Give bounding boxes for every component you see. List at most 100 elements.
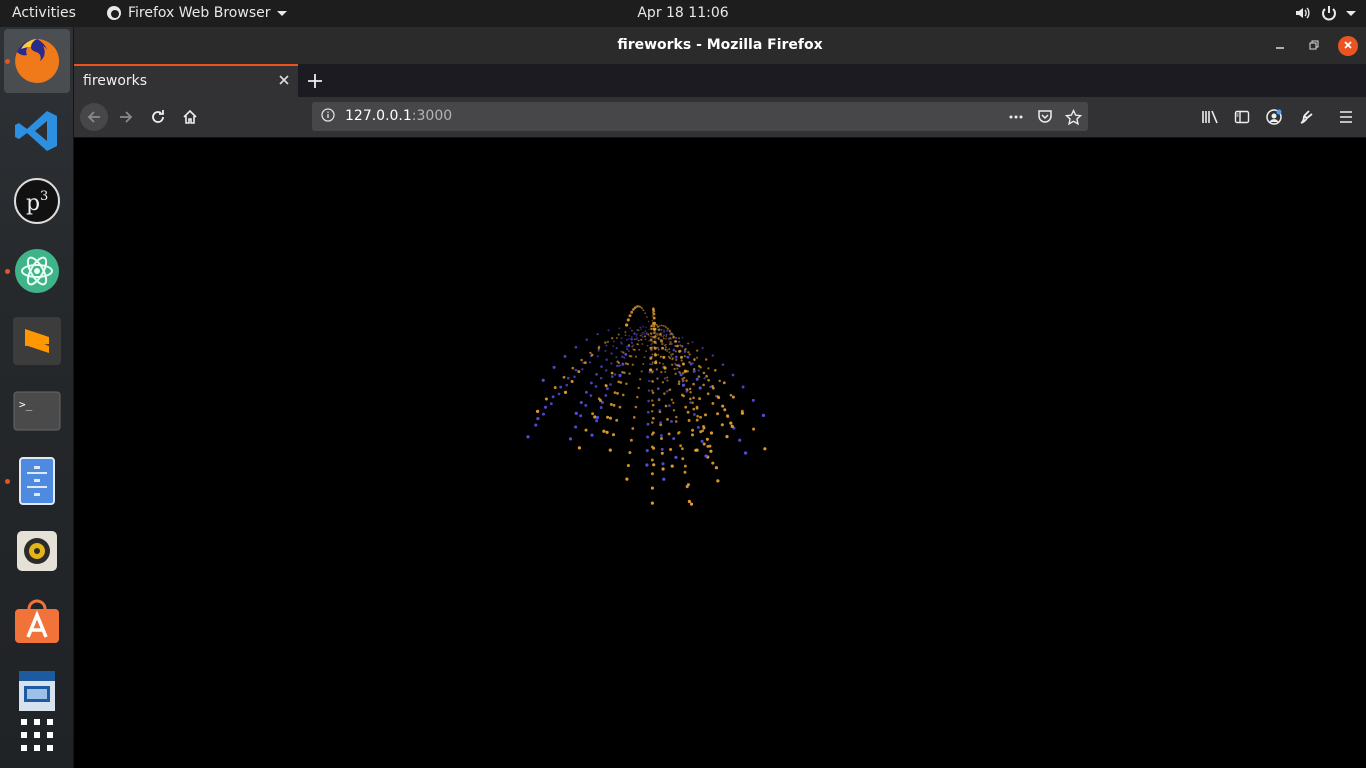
firework-spark (682, 372, 685, 375)
volume-icon[interactable] (1294, 4, 1312, 22)
firework-spark (685, 379, 688, 382)
system-tray[interactable] (1294, 4, 1356, 22)
firework-spark (639, 378, 642, 381)
firework-spark (648, 379, 651, 383)
site-info-button[interactable] (321, 108, 335, 126)
firework-spark (659, 421, 662, 424)
dock-p3[interactable]: p 3 (4, 169, 70, 233)
power-icon[interactable] (1320, 4, 1338, 22)
firefox-icon (107, 6, 121, 20)
firework-spark (641, 343, 644, 345)
firework-spark (718, 379, 721, 383)
firework-spark (612, 345, 615, 348)
firework-spark (652, 309, 656, 313)
firework-spark (534, 423, 538, 427)
back-button[interactable] (80, 103, 108, 131)
firework-spark (536, 409, 540, 413)
tab-close-button[interactable] (278, 71, 290, 90)
account-button[interactable] (1260, 103, 1288, 131)
url-bar[interactable]: 127.0.0.1:3000 (312, 102, 1088, 131)
home-icon (183, 109, 197, 124)
firework-spark (600, 365, 603, 368)
minimize-button[interactable] (1270, 36, 1290, 56)
forward-button[interactable] (112, 103, 140, 131)
menu-button[interactable] (1332, 103, 1360, 131)
firework-spark (651, 353, 654, 356)
dock-sublime-text[interactable] (4, 309, 70, 373)
firework-spark (589, 351, 592, 355)
pocket-button[interactable] (1037, 109, 1053, 129)
arrow-right-icon (120, 111, 133, 123)
firework-spark (647, 389, 651, 392)
firework-spark (691, 341, 694, 344)
extension-button[interactable] (1292, 103, 1320, 131)
firework-spark (627, 349, 630, 353)
page-actions-button[interactable] (1008, 109, 1024, 129)
firework-spark (607, 329, 610, 332)
firework-spark (636, 343, 639, 346)
home-button[interactable] (176, 103, 204, 131)
new-tab-button[interactable] (304, 66, 326, 95)
sidebar-button[interactable] (1228, 103, 1256, 131)
fireworks-canvas[interactable] (74, 138, 1366, 768)
chevron-down-icon[interactable] (1346, 10, 1356, 16)
dock-firefox[interactable] (4, 29, 70, 93)
maximize-button[interactable] (1304, 36, 1324, 56)
firework-spark (660, 370, 663, 374)
firework-spark (690, 433, 695, 437)
firework-spark (682, 394, 685, 398)
tab-fireworks[interactable]: fireworks (74, 64, 298, 97)
dock-files[interactable] (4, 449, 70, 513)
reload-button[interactable] (144, 103, 172, 131)
firework-spark (696, 356, 699, 359)
firework-spark (651, 421, 654, 424)
firework-spark (701, 346, 704, 350)
dock-software[interactable] (4, 589, 70, 653)
firework-spark (655, 335, 657, 337)
firework-spark (680, 355, 683, 359)
firework-spark (625, 323, 629, 327)
bookmark-star-button[interactable] (1064, 108, 1083, 130)
activities-button[interactable]: Activities (12, 5, 76, 21)
firework-spark (654, 340, 656, 343)
firework-spark (662, 343, 665, 346)
firework-spark (553, 386, 557, 390)
firework-spark (687, 419, 691, 422)
firework-spark (626, 318, 630, 322)
firework-spark (608, 448, 612, 452)
firework-spark (651, 417, 655, 420)
dock-vscode[interactable] (4, 99, 70, 163)
clock[interactable]: Apr 18 11:06 (637, 5, 728, 21)
url-text[interactable]: 127.0.0.1:3000 (345, 108, 452, 124)
firework-spark (668, 343, 671, 346)
dock-terminal[interactable]: >_ (4, 379, 70, 443)
firework-spark (713, 368, 717, 372)
show-apps-button[interactable] (4, 703, 70, 767)
firework-spark (648, 334, 650, 337)
browser-window: fireworks - Mozilla Firefox fireworks 12… (74, 27, 1366, 768)
firework-spark (686, 355, 689, 358)
firework-spark (674, 355, 678, 359)
firework-spark (662, 362, 664, 365)
account-icon (1266, 109, 1282, 125)
firework-spark (657, 397, 661, 401)
firework-spark (563, 390, 568, 394)
firework-spark (645, 326, 648, 329)
firework-spark (668, 348, 671, 351)
app-menu[interactable]: Firefox Web Browser (106, 5, 287, 21)
firework-spark (633, 332, 636, 335)
firework-spark (678, 337, 681, 340)
firework-spark (730, 424, 734, 428)
title-bar[interactable]: fireworks - Mozilla Firefox (74, 27, 1366, 64)
firework-spark (653, 353, 658, 357)
close-button[interactable] (1338, 36, 1358, 56)
library-button[interactable] (1196, 103, 1224, 131)
dock-rhythmbox[interactable] (4, 519, 70, 583)
firework-spark (696, 349, 699, 352)
firework-spark (611, 433, 616, 437)
page-content[interactable] (74, 138, 1366, 768)
dock-atom[interactable] (4, 239, 70, 303)
firework-spark (623, 356, 626, 359)
firework-spark (674, 350, 677, 353)
firework-spark (646, 422, 650, 426)
